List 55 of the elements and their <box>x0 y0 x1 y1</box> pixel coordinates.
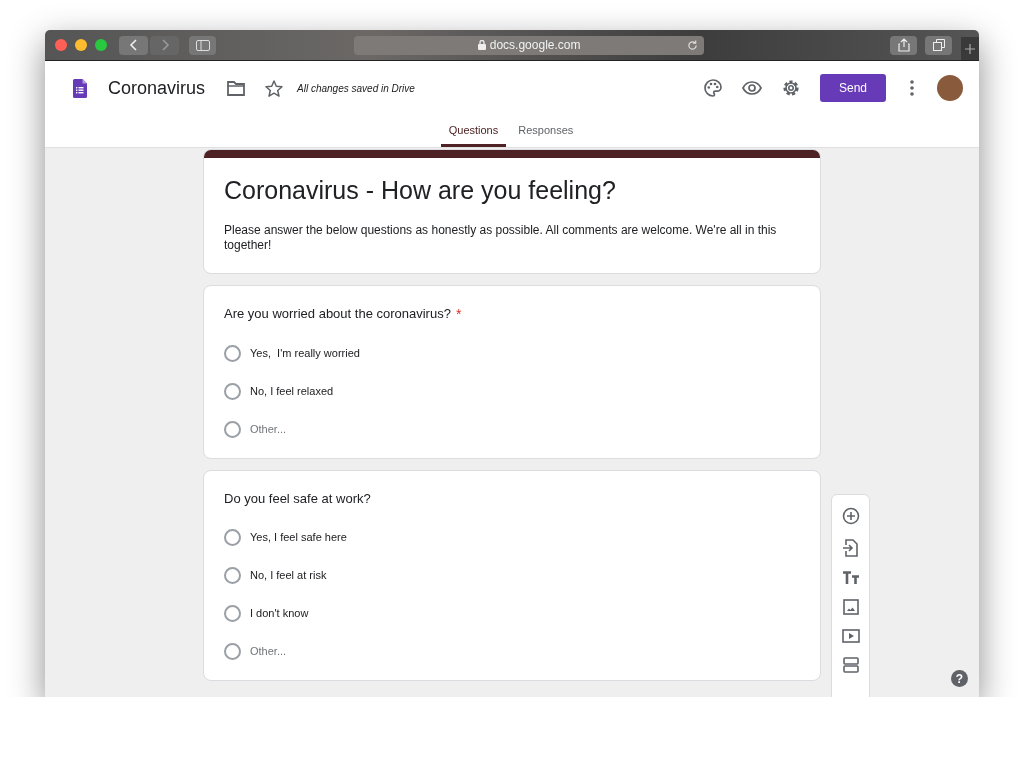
question-title[interactable]: Are you worried about the coronavirus? <box>224 306 451 321</box>
chevron-right-icon <box>159 39 170 51</box>
form-title[interactable]: Coronavirus - How are you feeling? <box>224 176 800 205</box>
image-icon[interactable] <box>842 599 859 615</box>
share-icon <box>897 38 910 52</box>
document-title[interactable]: Coronavirus <box>108 77 206 99</box>
option-label[interactable]: Yes, I feel safe here <box>250 531 347 543</box>
radio-button[interactable] <box>224 420 241 438</box>
share-button[interactable] <box>890 35 918 55</box>
radio-button[interactable] <box>224 566 241 584</box>
lock-icon <box>477 40 486 50</box>
import-icon[interactable] <box>842 539 859 557</box>
chevron-left-icon <box>128 39 139 51</box>
option-label[interactable]: No, I feel at risk <box>250 569 327 581</box>
tabs-icon <box>932 39 945 51</box>
other-option-label[interactable]: Other... <box>250 423 287 435</box>
send-button[interactable]: Send <box>820 74 886 102</box>
question-title[interactable]: Do you feel safe at work? <box>224 491 371 506</box>
section-icon[interactable] <box>842 657 859 673</box>
back-button[interactable] <box>119 35 148 55</box>
option-label[interactable]: Yes, I'm really worried <box>250 347 360 359</box>
radio-button[interactable] <box>224 344 241 362</box>
tabs-button[interactable] <box>925 35 953 55</box>
tab[interactable]: Responses <box>510 115 582 147</box>
add-icon[interactable] <box>841 507 860 525</box>
form-description[interactable]: Please answer the below questions as honestly as possible. All comments are welcome. We're all in this together! <box>224 223 800 253</box>
palette-icon[interactable] <box>703 78 723 98</box>
url-text: docs.google.com <box>489 38 581 52</box>
save-status: All changes saved in Drive <box>297 82 415 94</box>
settings-icon[interactable] <box>781 78 801 98</box>
radio-button[interactable] <box>224 642 241 660</box>
required-mark: * <box>455 306 462 322</box>
more-options-icon[interactable] <box>910 80 914 96</box>
radio-button[interactable] <box>224 382 241 400</box>
text-size-icon[interactable] <box>841 571 860 585</box>
help-button[interactable]: ? <box>951 670 968 687</box>
option-label[interactable]: I don't know <box>250 607 309 619</box>
other-option-label[interactable]: Other... <box>250 645 287 657</box>
star-icon[interactable] <box>265 79 284 97</box>
radio-button[interactable] <box>224 528 241 546</box>
eye-icon[interactable] <box>742 81 762 95</box>
video-icon[interactable] <box>841 629 860 643</box>
new-tab-button[interactable] <box>961 37 979 60</box>
reload-icon[interactable] <box>687 39 699 51</box>
radio-button[interactable] <box>224 604 241 622</box>
minimize-button[interactable] <box>75 39 87 51</box>
avatar[interactable] <box>937 75 963 101</box>
address-bar[interactable]: docs.google.com <box>354 35 705 55</box>
sidebar-button[interactable] <box>189 35 216 55</box>
sidebar-icon <box>195 39 210 51</box>
plus-icon <box>965 43 976 54</box>
forms-logo-icon <box>73 78 87 98</box>
folder-icon[interactable] <box>227 80 246 96</box>
option-label[interactable]: No, I feel relaxed <box>250 385 334 397</box>
zoom-button[interactable] <box>95 39 107 51</box>
